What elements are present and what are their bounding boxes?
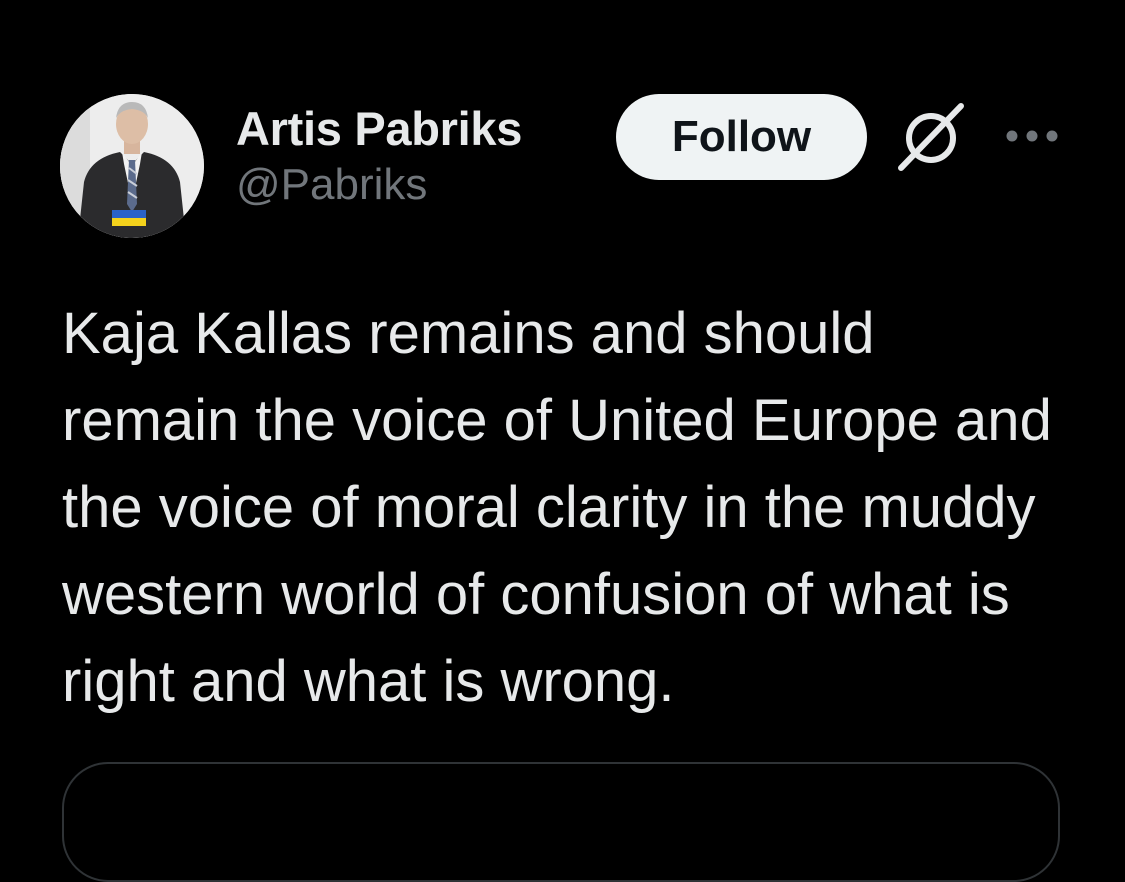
grok-icon[interactable] (893, 100, 969, 176)
profile-photo-icon (60, 94, 204, 238)
follow-button[interactable]: Follow (616, 94, 867, 180)
author-info: Artis Pabriks @Pabriks (236, 100, 522, 214)
user-handle[interactable]: @Pabriks (236, 156, 522, 214)
embedded-card[interactable] (62, 762, 1060, 882)
avatar[interactable] (60, 94, 204, 238)
tweet: Artis Pabriks @Pabriks Follow Kaja Kalla… (0, 0, 1125, 882)
more-options-icon[interactable] (1002, 118, 1062, 154)
tweet-text: Kaja Kallas remains and should remain th… (62, 301, 1052, 714)
display-name[interactable]: Artis Pabriks (236, 100, 522, 158)
